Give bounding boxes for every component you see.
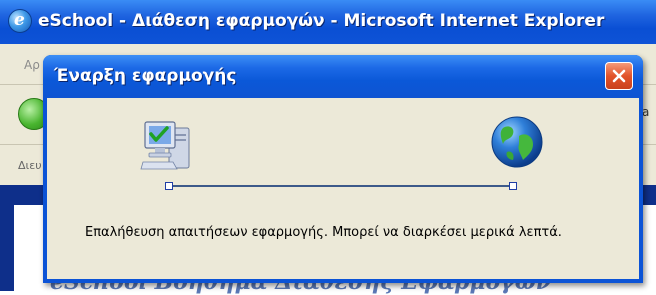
ie-titlebar[interactable]: e eSchool - Διάθεση εφαρμογών - Microsof… <box>0 0 656 44</box>
dialog-titlebar[interactable]: Έναρξη εφαρμογής <box>43 55 643 98</box>
dialog-title: Έναρξη εφαρμογής <box>54 66 237 86</box>
computer-check-icon <box>140 121 190 170</box>
menu-item-partial[interactable]: Αρ <box>24 58 40 72</box>
close-button[interactable] <box>605 62 633 90</box>
progress-connector-line <box>168 185 514 187</box>
launch-application-dialog: Έναρξη εφαρμογής Επαλήθευση απαιτήσεων ε… <box>43 55 643 283</box>
address-label-partial: Διευ <box>18 159 42 172</box>
content-side-bar <box>0 185 14 291</box>
progress-node-start <box>165 182 173 190</box>
toolbar-text-partial: a <box>642 105 650 119</box>
progress-node-end <box>509 182 517 190</box>
close-icon <box>612 69 626 83</box>
dialog-body: Επαλήθευση απαιτήσεων εφαρμογής. Μπορεί … <box>47 98 639 279</box>
internet-explorer-icon[interactable]: e <box>8 9 32 33</box>
globe-icon <box>491 116 543 168</box>
status-message: Επαλήθευση απαιτήσεων εφαρμογής. Μπορεί … <box>85 225 562 240</box>
ie-window-title: eSchool - Διάθεση εφαρμογών - Microsoft … <box>38 11 605 31</box>
